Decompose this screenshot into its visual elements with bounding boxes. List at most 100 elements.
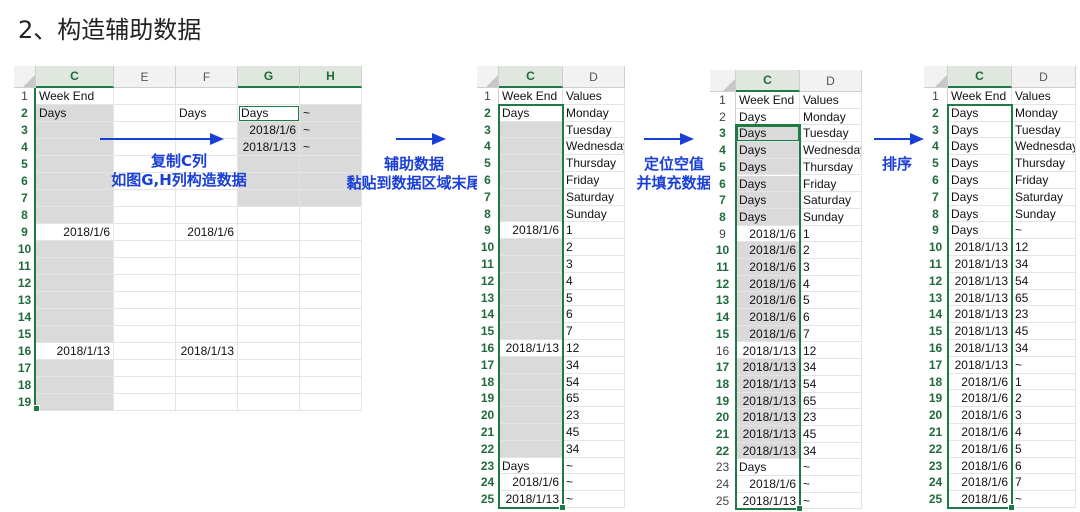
cell-c19[interactable]	[36, 394, 114, 411]
cell-d13[interactable]: 5	[800, 292, 862, 310]
row-header-21[interactable]: 21	[710, 426, 736, 443]
row-header-11[interactable]: 11	[14, 258, 36, 275]
row-header-19[interactable]: 19	[710, 392, 736, 410]
row-header-2[interactable]: 2	[924, 104, 948, 122]
row-header-5[interactable]: 5	[14, 156, 36, 173]
row-header-4[interactable]: 4	[14, 139, 36, 156]
row-header-17[interactable]: 17	[710, 359, 736, 376]
cell-h2[interactable]: ~	[300, 105, 362, 122]
row-header-10[interactable]: 10	[477, 239, 499, 256]
row-header-7[interactable]: 7	[924, 188, 948, 206]
cell-d24[interactable]: ~	[800, 476, 862, 493]
row-header-13[interactable]: 13	[710, 292, 736, 310]
cell-c1[interactable]: Week End	[948, 88, 1012, 105]
cell-g2[interactable]: Days	[238, 105, 300, 122]
cell-d22[interactable]: 34	[800, 442, 862, 460]
cell-h9[interactable]	[300, 224, 362, 241]
cell-e11[interactable]	[114, 258, 176, 275]
row-header-21[interactable]: 21	[477, 424, 499, 441]
cell-c7[interactable]: Days	[736, 192, 800, 209]
row-header-22[interactable]: 22	[477, 440, 499, 458]
cell-c21[interactable]: 2018/1/13	[736, 426, 800, 443]
cell-c2[interactable]: Days	[948, 104, 1012, 122]
row-header-14[interactable]: 14	[924, 306, 948, 324]
cell-c10[interactable]	[36, 241, 114, 258]
cell-d4[interactable]: Wednesday	[1012, 138, 1076, 156]
cell-d20[interactable]: 23	[563, 407, 625, 424]
cell-g17[interactable]	[238, 360, 300, 377]
row-header-9[interactable]: 9	[710, 225, 736, 243]
row-header-4[interactable]: 4	[924, 138, 948, 156]
cell-c24[interactable]: 2018/1/6	[948, 474, 1012, 492]
select-all-corner[interactable]	[924, 66, 948, 88]
cell-e12[interactable]	[114, 275, 176, 292]
cell-c9[interactable]: 2018/1/6	[736, 225, 800, 243]
cell-c18[interactable]	[499, 373, 563, 391]
row-header-6[interactable]: 6	[710, 175, 736, 193]
cell-e1[interactable]	[114, 88, 176, 105]
cell-c18[interactable]	[36, 377, 114, 394]
cell-h17[interactable]	[300, 360, 362, 377]
cell-d5[interactable]: Thursday	[800, 158, 862, 176]
cell-c9[interactable]: 2018/1/6	[36, 224, 114, 241]
cell-d7[interactable]: Saturday	[563, 188, 625, 206]
cell-h14[interactable]	[300, 309, 362, 326]
cell-e17[interactable]	[114, 360, 176, 377]
cell-h18[interactable]	[300, 377, 362, 394]
cell-c2[interactable]: Days	[36, 105, 114, 122]
row-header-2[interactable]: 2	[710, 108, 736, 126]
row-header-19[interactable]: 19	[477, 390, 499, 408]
row-header-13[interactable]: 13	[477, 289, 499, 307]
cell-c12[interactable]: 2018/1/6	[736, 275, 800, 293]
cell-c22[interactable]	[499, 440, 563, 458]
cell-g14[interactable]	[238, 309, 300, 326]
row-header-14[interactable]: 14	[710, 309, 736, 326]
row-header-9[interactable]: 9	[14, 224, 36, 241]
cell-d24[interactable]: 7	[1012, 474, 1076, 492]
cell-d6[interactable]: Friday	[1012, 172, 1076, 189]
cell-c10[interactable]	[499, 239, 563, 256]
cell-c4[interactable]: Days	[948, 138, 1012, 156]
cell-f13[interactable]	[176, 292, 238, 309]
row-header-25[interactable]: 25	[710, 492, 736, 510]
column-header-g[interactable]: G	[238, 66, 300, 88]
cell-d3[interactable]: Tuesday	[563, 121, 625, 139]
cell-d7[interactable]: Saturday	[800, 192, 862, 209]
row-header-23[interactable]: 23	[924, 457, 948, 475]
cell-h3[interactable]: ~	[300, 122, 362, 139]
cell-c19[interactable]: 2018/1/13	[736, 392, 800, 410]
cell-d23[interactable]: ~	[800, 459, 862, 477]
cell-c14[interactable]	[499, 306, 563, 324]
cell-d16[interactable]: 34	[1012, 340, 1076, 357]
cell-f16[interactable]: 2018/1/13	[176, 343, 238, 360]
row-header-15[interactable]: 15	[14, 326, 36, 343]
cell-c25[interactable]: 2018/1/6	[948, 491, 1012, 508]
cell-d23[interactable]: 6	[1012, 457, 1076, 475]
cell-d3[interactable]: Tuesday	[1012, 121, 1076, 139]
cell-d4[interactable]: Wednesday	[563, 138, 625, 156]
cell-d5[interactable]: Thursday	[1012, 155, 1076, 172]
cell-d19[interactable]: 2	[1012, 390, 1076, 408]
row-header-8[interactable]: 8	[14, 207, 36, 224]
cell-d6[interactable]: Friday	[563, 172, 625, 189]
select-all-corner[interactable]	[710, 70, 736, 92]
cell-e7[interactable]	[114, 190, 176, 207]
cell-c7[interactable]	[36, 190, 114, 207]
cell-h8[interactable]	[300, 207, 362, 224]
cell-c13[interactable]	[499, 289, 563, 307]
row-header-1[interactable]: 1	[710, 92, 736, 109]
row-header-17[interactable]: 17	[924, 356, 948, 374]
row-header-9[interactable]: 9	[477, 222, 499, 240]
column-header-e[interactable]: E	[114, 66, 176, 88]
cell-f15[interactable]	[176, 326, 238, 343]
row-header-15[interactable]: 15	[924, 323, 948, 340]
cell-d22[interactable]: 5	[1012, 440, 1076, 458]
row-header-10[interactable]: 10	[710, 242, 736, 259]
cell-d10[interactable]: 2	[800, 242, 862, 259]
cell-c6[interactable]: Days	[948, 172, 1012, 189]
cell-d2[interactable]: Monday	[800, 108, 862, 126]
cell-c13[interactable]: 2018/1/13	[948, 289, 1012, 307]
row-header-15[interactable]: 15	[710, 325, 736, 343]
row-header-11[interactable]: 11	[710, 259, 736, 276]
row-header-16[interactable]: 16	[924, 340, 948, 357]
